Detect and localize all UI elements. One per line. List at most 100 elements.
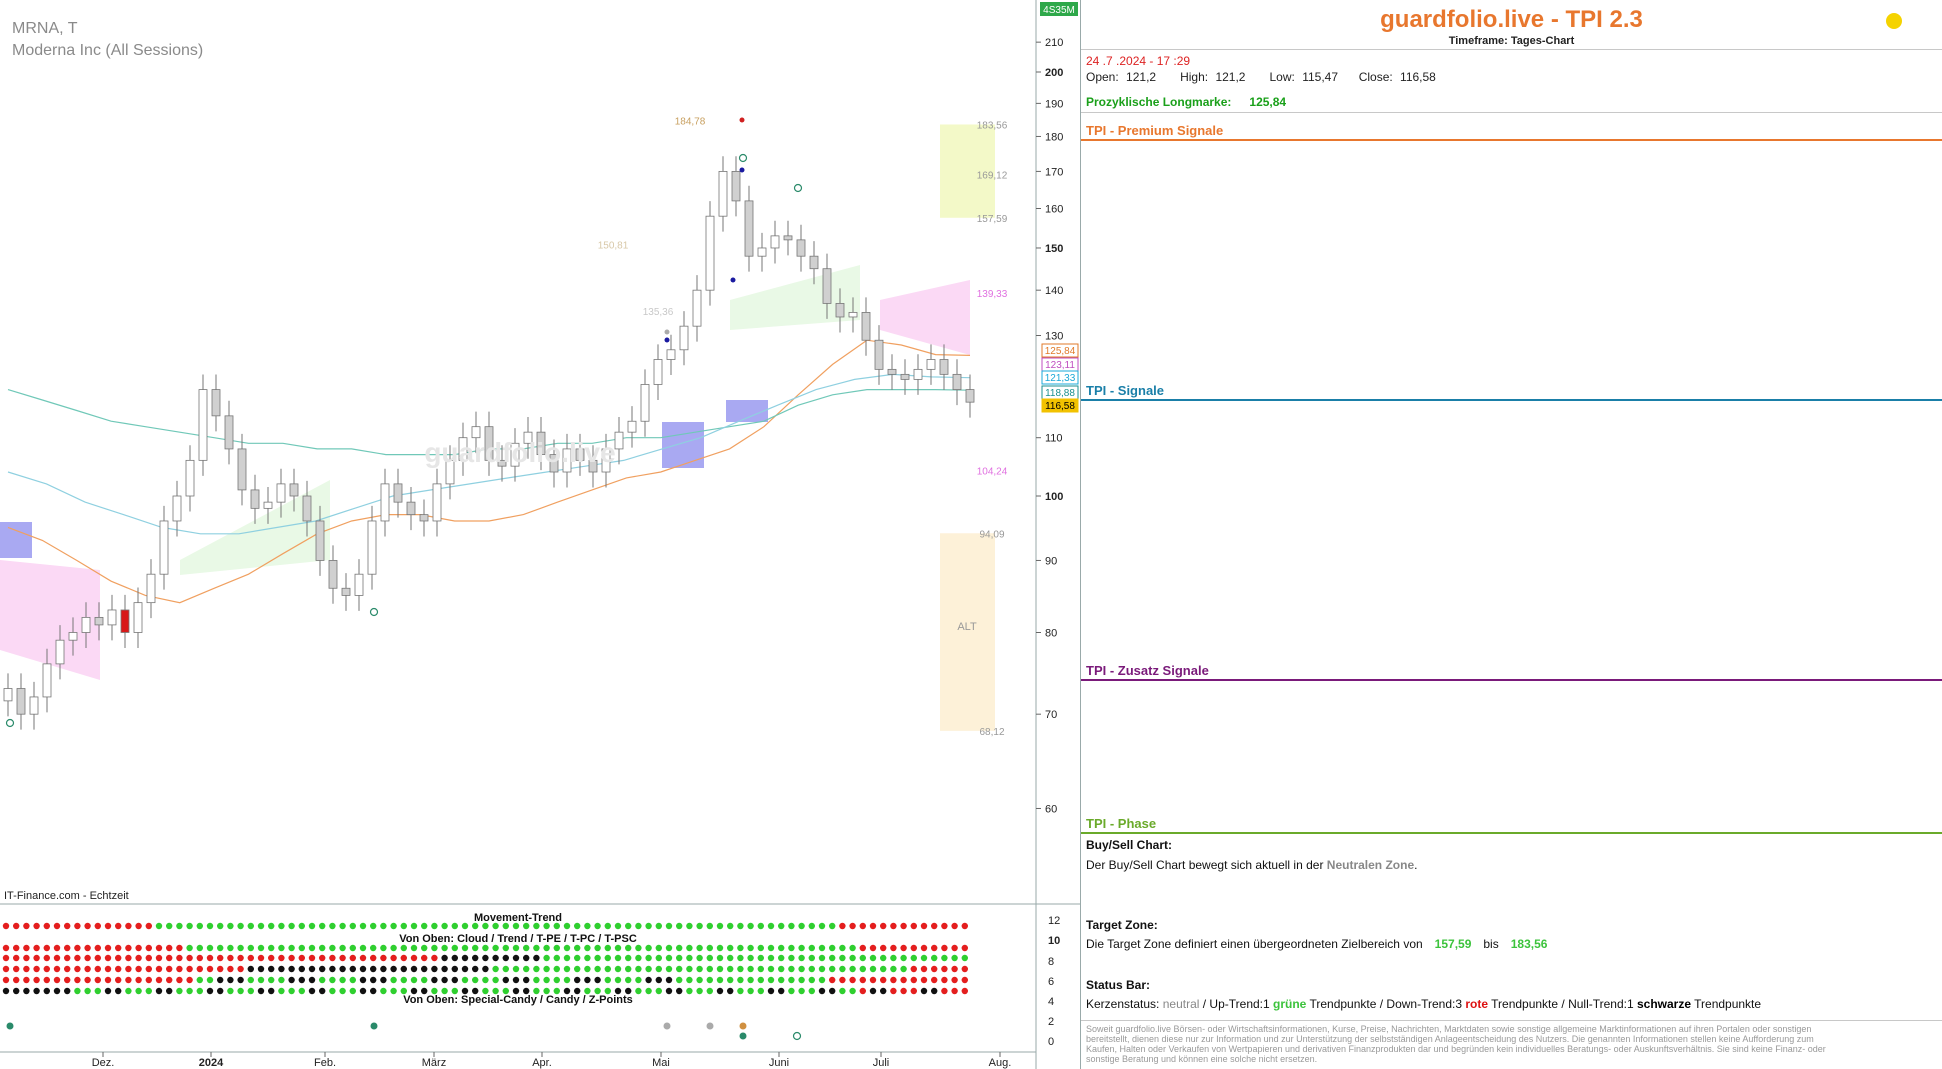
trend-dot <box>13 976 20 984</box>
trend-dot <box>431 965 438 973</box>
trend-dot <box>186 976 193 984</box>
candle-body <box>42 663 52 698</box>
trend-dot <box>308 954 316 962</box>
trend-dot <box>84 944 91 952</box>
trend-dot <box>788 965 795 973</box>
trend-dot <box>155 944 163 952</box>
trend-dot <box>818 954 826 962</box>
trend-dot <box>217 965 224 973</box>
trend-dot <box>349 944 356 952</box>
trend-dot <box>237 954 244 962</box>
trend-dot <box>400 954 407 962</box>
status-green: grüne <box>1273 997 1307 1011</box>
trend-dot <box>849 965 856 973</box>
trend-dot <box>747 944 754 952</box>
close-label: Close: <box>1358 70 1393 84</box>
target-high: 183,56 <box>1510 937 1548 951</box>
trend-dot <box>686 954 693 962</box>
trend-dot <box>747 954 754 962</box>
movement-y-tick: 0 <box>1048 1036 1054 1048</box>
trend-dot <box>217 944 224 952</box>
candle-body <box>120 609 130 633</box>
candle-body <box>770 235 780 249</box>
trend-dot <box>523 944 530 952</box>
buysell-zone: Neutralen Zone <box>1326 858 1415 872</box>
candle-body <box>796 239 806 257</box>
x-tick-label: Mai <box>652 1057 670 1069</box>
candle-body <box>939 359 949 375</box>
divider <box>1081 1020 1942 1021</box>
trend-dot <box>288 954 295 962</box>
trend-dot <box>176 965 183 973</box>
trend-dot <box>523 954 530 962</box>
target-zone-label: ALT <box>957 621 977 633</box>
trend-dot <box>298 944 305 952</box>
trend-dot <box>859 944 866 952</box>
candle-body <box>380 483 390 522</box>
trend-dot <box>900 954 907 962</box>
trend-dot <box>278 965 285 973</box>
trend-dot <box>706 976 713 984</box>
trend-dot <box>421 954 428 962</box>
trend-dot <box>166 944 173 952</box>
trend-dot <box>686 976 693 984</box>
level-label: 183,56 <box>977 120 1008 131</box>
trend-dot <box>380 944 387 952</box>
trend-dot <box>472 954 479 962</box>
trend-dot <box>931 944 938 952</box>
premium-signale-line <box>1081 139 1942 141</box>
trend-dot <box>523 976 530 984</box>
trend-dot <box>788 944 795 952</box>
candle-body <box>3 688 13 702</box>
trend-dot <box>594 944 601 952</box>
trend-dot <box>859 976 866 984</box>
trend-dot <box>563 976 571 984</box>
z-point-dot <box>6 1022 14 1030</box>
trend-dot <box>247 944 254 952</box>
trend-dot <box>543 965 550 973</box>
trend-dot <box>176 954 183 962</box>
price-chart[interactable]: 4S35M 184,78 183,56 169,12 157,59 150,81 139,… <box>0 0 1080 1069</box>
trend-dot <box>533 976 540 984</box>
trend-dot <box>186 965 193 973</box>
trend-dot <box>839 976 846 984</box>
trend-dot <box>94 944 102 952</box>
status-b: / Up-Trend:1 <box>1199 997 1274 1011</box>
trend-dot <box>757 976 764 984</box>
trend-dot <box>196 965 203 973</box>
trend-dot <box>410 965 418 973</box>
trend-dot <box>319 944 326 952</box>
trend-dot <box>237 965 244 973</box>
trend-dot <box>563 944 571 952</box>
trend-dot <box>421 965 428 973</box>
candle-body <box>692 289 702 327</box>
candle-body <box>926 359 936 370</box>
trend-dot <box>676 944 683 952</box>
trend-dot <box>319 965 326 973</box>
trend-dot <box>829 965 836 973</box>
longmarke-row: Prozyklische Longmarke: 125,84 <box>1086 95 1286 109</box>
movement-y-tick: 4 <box>1048 996 1054 1008</box>
level-label: 157,59 <box>977 214 1008 225</box>
z-point-dot <box>792 1031 802 1041</box>
trend-dot <box>247 965 254 973</box>
trend-dot <box>594 954 601 962</box>
trend-dot <box>584 954 591 962</box>
trend-dot <box>553 976 560 984</box>
trend-dot <box>288 944 295 952</box>
status-heading: Status Bar: <box>1086 978 1151 992</box>
trend-dot <box>778 965 785 973</box>
price-tag: 125,84 <box>1045 346 1076 357</box>
level-label: 68,12 <box>979 727 1004 738</box>
premium-signale-title: TPI - Premium Signale <box>1086 123 1224 138</box>
trend-dot <box>74 944 81 952</box>
trend-dot <box>380 965 387 973</box>
trend-dot <box>2 965 10 973</box>
trend-dot <box>104 965 112 973</box>
trend-dot <box>339 944 346 952</box>
x-tick-label: Dez. <box>92 1057 115 1069</box>
trend-dot <box>257 965 265 973</box>
trend-dot <box>512 944 520 952</box>
z-point-dot <box>663 1022 671 1030</box>
trend-dot <box>553 954 560 962</box>
